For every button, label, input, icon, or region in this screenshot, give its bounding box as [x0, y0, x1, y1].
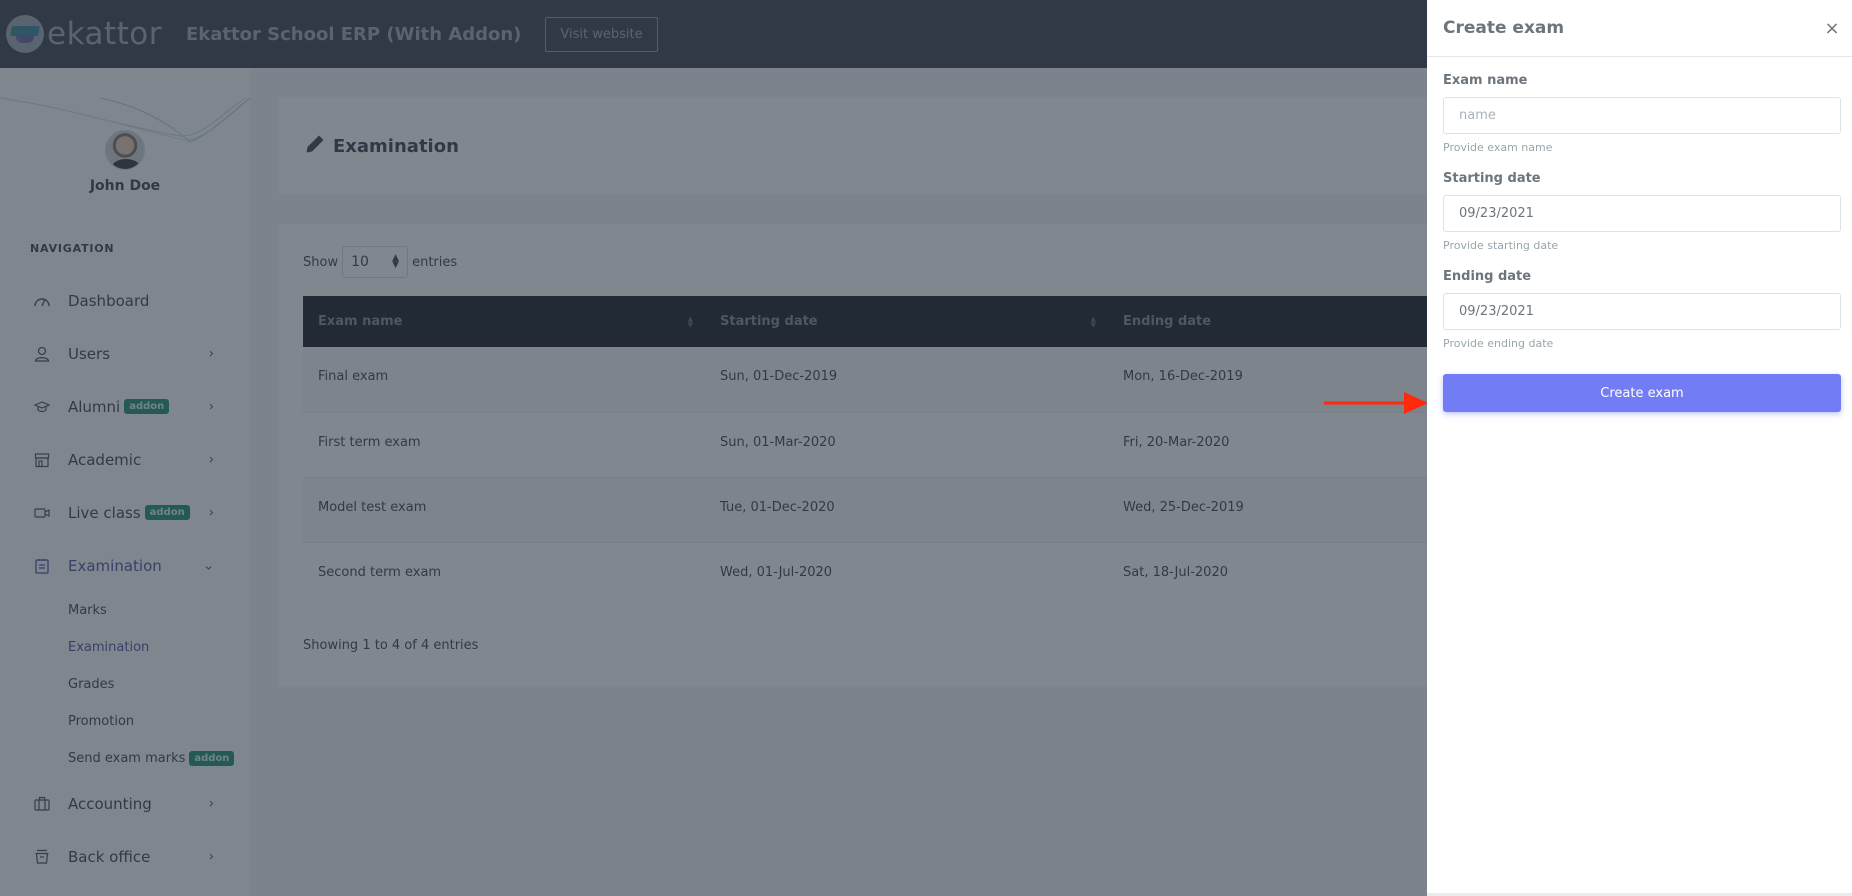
panel-title: Create exam	[1443, 18, 1565, 38]
create-exam-panel: Create exam × Exam name Provide exam nam…	[1427, 0, 1852, 896]
create-exam-form: Exam name Provide exam name Starting dat…	[1427, 57, 1852, 412]
starting-date-input[interactable]	[1443, 195, 1841, 232]
ending-date-help: Provide ending date	[1443, 337, 1554, 350]
starting-date-label: Starting date	[1443, 171, 1541, 186]
annotation-arrow-icon	[1324, 392, 1428, 414]
ending-date-label: Ending date	[1443, 269, 1532, 284]
ending-date-input[interactable]	[1443, 293, 1841, 330]
exam-name-help: Provide exam name	[1443, 141, 1553, 154]
ending-date-group: Ending date Provide ending date	[1443, 269, 1841, 350]
exam-name-input[interactable]	[1443, 97, 1841, 134]
exam-name-label: Exam name	[1443, 73, 1528, 88]
starting-date-help: Provide starting date	[1443, 239, 1559, 252]
create-exam-button[interactable]: Create exam	[1443, 374, 1841, 412]
close-icon[interactable]: ×	[1822, 16, 1842, 40]
starting-date-group: Starting date Provide starting date	[1443, 171, 1841, 252]
panel-header: Create exam ×	[1427, 0, 1852, 57]
exam-name-group: Exam name Provide exam name	[1443, 73, 1841, 154]
